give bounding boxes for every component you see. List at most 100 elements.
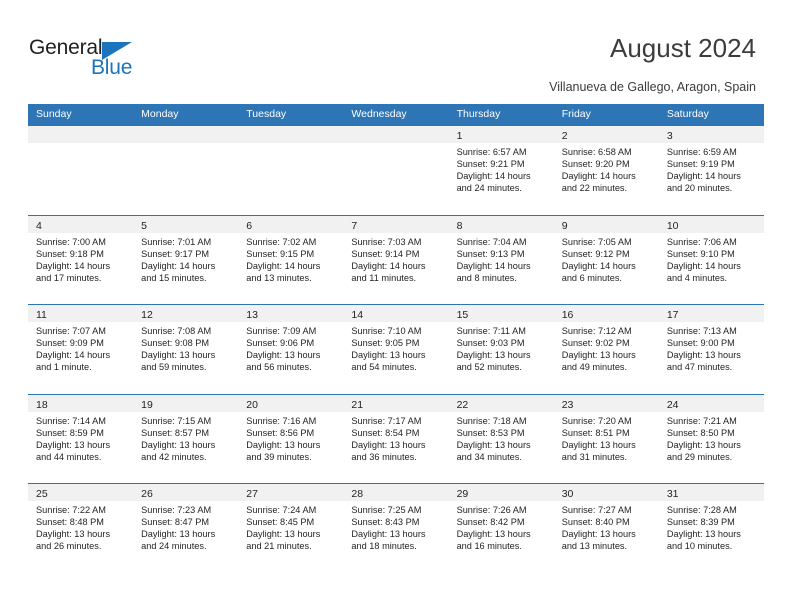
- day-cell[interactable]: 7 Sunrise: 7:03 AM Sunset: 9:14 PM Dayli…: [343, 215, 449, 305]
- day-cell[interactable]: 8 Sunrise: 7:04 AM Sunset: 9:13 PM Dayli…: [448, 215, 554, 305]
- day-cell[interactable]: 13 Sunrise: 7:09 AM Sunset: 9:06 PM Dayl…: [238, 305, 344, 394]
- day-cell[interactable]: 19 Sunrise: 7:15 AM Sunset: 8:57 PM Dayl…: [133, 394, 239, 484]
- day-number: 19: [141, 398, 153, 411]
- daylight-text-line2: and 36 minutes.: [351, 451, 417, 462]
- day-number-band: 14: [343, 305, 449, 322]
- daylight-text-line2: and 31 minutes.: [561, 451, 628, 462]
- day-details: [133, 143, 238, 146]
- day-number: 28: [351, 488, 364, 500]
- day-number: 12: [141, 309, 153, 321]
- day-details: Sunrise: 7:01 AM Sunset: 9:17 PM Dayligh…: [133, 233, 238, 284]
- day-cell[interactable]: [28, 126, 134, 215]
- daylight-text-line2: and 16 minutes.: [456, 541, 522, 552]
- daylight-text-line1: Daylight: 14 hours: [246, 260, 321, 271]
- sunset-text: Sunset: 9:06 PM: [246, 338, 315, 349]
- day-cell[interactable]: 1 Sunrise: 6:57 AM Sunset: 9:21 PM Dayli…: [448, 126, 554, 215]
- calendar-week-row: 1 Sunrise: 6:57 AM Sunset: 9:21 PM Dayli…: [28, 125, 764, 215]
- day-number-band: 7: [343, 215, 449, 233]
- day-cell[interactable]: 20 Sunrise: 7:16 AM Sunset: 8:56 PM Dayl…: [238, 394, 344, 484]
- day-cell[interactable]: 6 Sunrise: 7:02 AM Sunset: 9:15 PM Dayli…: [238, 215, 344, 305]
- sunset-text: Sunset: 9:13 PM: [456, 248, 525, 259]
- day-cell[interactable]: 23 Sunrise: 7:20 AM Sunset: 8:51 PM Dayl…: [553, 394, 659, 484]
- day-number-band: 8: [448, 215, 554, 233]
- day-number: 8: [456, 219, 463, 232]
- day-cell[interactable]: 9 Sunrise: 7:05 AM Sunset: 9:12 PM Dayli…: [553, 215, 659, 305]
- daylight-text-line1: Daylight: 13 hours: [456, 350, 531, 361]
- day-details: Sunrise: 7:28 AM Sunset: 8:39 PM Dayligh…: [659, 501, 764, 552]
- day-cell[interactable]: [343, 126, 449, 215]
- daylight-text-line2: and 13 minutes.: [561, 541, 628, 552]
- day-cell[interactable]: 11 Sunrise: 7:07 AM Sunset: 9:09 PM Dayl…: [28, 305, 134, 394]
- daylight-text-line2: and 6 minutes.: [561, 272, 622, 283]
- day-cell[interactable]: 3 Sunrise: 6:59 AM Sunset: 9:19 PM Dayli…: [658, 126, 764, 215]
- day-cell[interactable]: [133, 126, 239, 215]
- day-cell[interactable]: 31 Sunrise: 7:28 AM Sunset: 8:39 PM Dayl…: [658, 484, 764, 573]
- day-cell[interactable]: 27 Sunrise: 7:24 AM Sunset: 8:45 PM Dayl…: [238, 484, 344, 573]
- daylight-text-line1: Daylight: 13 hours: [456, 439, 531, 450]
- daylight-text-line1: Daylight: 14 hours: [36, 350, 111, 361]
- day-number-band: 23: [553, 394, 659, 412]
- calendar-week-row: 11 Sunrise: 7:07 AM Sunset: 9:09 PM Dayl…: [28, 304, 764, 394]
- day-cell[interactable]: 10 Sunrise: 7:06 AM Sunset: 9:10 PM Dayl…: [658, 215, 764, 305]
- day-number: 24: [666, 398, 679, 411]
- sunrise-text: Sunrise: 7:03 AM: [351, 236, 422, 247]
- day-cell[interactable]: 30 Sunrise: 7:27 AM Sunset: 8:40 PM Dayl…: [553, 484, 659, 573]
- sunrise-text: Sunrise: 7:13 AM: [666, 326, 737, 336]
- sunrise-text: Sunrise: 7:17 AM: [351, 415, 422, 426]
- day-cell[interactable]: 2 Sunrise: 6:58 AM Sunset: 9:20 PM Dayli…: [553, 126, 659, 215]
- day-details: Sunrise: 7:07 AM Sunset: 9:09 PM Dayligh…: [28, 322, 133, 373]
- day-number: 6: [246, 219, 253, 232]
- day-number-band: 3: [658, 126, 764, 143]
- day-cell[interactable]: 22 Sunrise: 7:18 AM Sunset: 8:53 PM Dayl…: [448, 394, 554, 484]
- calendar-week-row: 18 Sunrise: 7:14 AM Sunset: 8:59 PM Dayl…: [28, 393, 764, 484]
- day-cell[interactable]: 28 Sunrise: 7:25 AM Sunset: 8:43 PM Dayl…: [343, 484, 449, 573]
- day-cell[interactable]: 18 Sunrise: 7:14 AM Sunset: 8:59 PM Dayl…: [28, 394, 134, 484]
- sunrise-text: Sunrise: 7:00 AM: [36, 236, 106, 247]
- sunset-text: Sunset: 8:57 PM: [141, 427, 210, 438]
- day-cell[interactable]: 17 Sunrise: 7:13 AM Sunset: 9:00 PM Dayl…: [658, 305, 764, 394]
- day-cell[interactable]: 5 Sunrise: 7:01 AM Sunset: 9:17 PM Dayli…: [133, 215, 239, 305]
- weekday-header-saturday: Saturday: [666, 108, 709, 120]
- day-details: Sunrise: 7:22 AM Sunset: 8:48 PM Dayligh…: [28, 501, 133, 552]
- daylight-text-line2: and 49 minutes.: [561, 362, 628, 373]
- day-details: Sunrise: 7:20 AM Sunset: 8:51 PM Dayligh…: [554, 412, 659, 463]
- day-number: 30: [561, 488, 574, 500]
- day-cell[interactable]: 16 Sunrise: 7:12 AM Sunset: 9:02 PM Dayl…: [553, 305, 659, 394]
- daylight-text-line1: Daylight: 13 hours: [351, 350, 426, 361]
- day-number: 20: [246, 398, 258, 411]
- day-number: 14: [351, 309, 364, 321]
- day-cell[interactable]: 26 Sunrise: 7:23 AM Sunset: 8:47 PM Dayl…: [133, 484, 239, 573]
- day-cell[interactable]: 12 Sunrise: 7:08 AM Sunset: 9:08 PM Dayl…: [133, 305, 239, 394]
- general-blue-logo[interactable]: General Blue: [29, 36, 159, 82]
- day-details: Sunrise: 7:23 AM Sunset: 8:47 PM Dayligh…: [133, 501, 238, 552]
- day-cell[interactable]: 21 Sunrise: 7:17 AM Sunset: 8:54 PM Dayl…: [343, 394, 449, 484]
- day-cell[interactable]: 4 Sunrise: 7:00 AM Sunset: 9:18 PM Dayli…: [28, 215, 134, 305]
- daylight-text-line2: and 39 minutes.: [246, 451, 312, 462]
- day-cell[interactable]: 24 Sunrise: 7:21 AM Sunset: 8:50 PM Dayl…: [658, 394, 764, 484]
- day-number: 11: [36, 309, 47, 321]
- daylight-text-line1: Daylight: 13 hours: [561, 350, 636, 361]
- day-cell[interactable]: [238, 126, 344, 215]
- sunset-text: Sunset: 8:48 PM: [36, 517, 104, 528]
- day-details: Sunrise: 7:27 AM Sunset: 8:40 PM Dayligh…: [554, 501, 659, 552]
- daylight-text-line1: Daylight: 14 hours: [141, 260, 216, 271]
- day-cell[interactable]: 15 Sunrise: 7:11 AM Sunset: 9:03 PM Dayl…: [448, 305, 554, 394]
- sunset-text: Sunset: 9:18 PM: [36, 248, 104, 259]
- day-number-band: 9: [553, 215, 659, 233]
- day-details: Sunrise: 6:59 AM Sunset: 9:19 PM Dayligh…: [659, 143, 764, 194]
- day-cell[interactable]: 25 Sunrise: 7:22 AM Sunset: 8:48 PM Dayl…: [28, 484, 134, 573]
- sunset-text: Sunset: 9:02 PM: [561, 338, 630, 349]
- daylight-text-line1: Daylight: 13 hours: [561, 439, 636, 450]
- sunset-text: Sunset: 8:51 PM: [561, 427, 630, 438]
- daylight-text-line1: Daylight: 14 hours: [666, 260, 741, 271]
- sunrise-text: Sunrise: 7:14 AM: [36, 415, 106, 426]
- day-number: 10: [666, 219, 679, 232]
- weekday-header-row: Sunday Monday Tuesday Wednesday Thursday…: [28, 104, 764, 125]
- day-number: 22: [456, 398, 469, 411]
- day-cell[interactable]: 29 Sunrise: 7:26 AM Sunset: 8:42 PM Dayl…: [448, 484, 554, 573]
- sunrise-text: Sunrise: 7:28 AM: [666, 505, 737, 515]
- day-cell[interactable]: 14 Sunrise: 7:10 AM Sunset: 9:05 PM Dayl…: [343, 305, 449, 394]
- day-number: 27: [246, 488, 258, 500]
- day-details: Sunrise: 7:04 AM Sunset: 9:13 PM Dayligh…: [449, 233, 554, 284]
- day-number: 2: [561, 130, 568, 142]
